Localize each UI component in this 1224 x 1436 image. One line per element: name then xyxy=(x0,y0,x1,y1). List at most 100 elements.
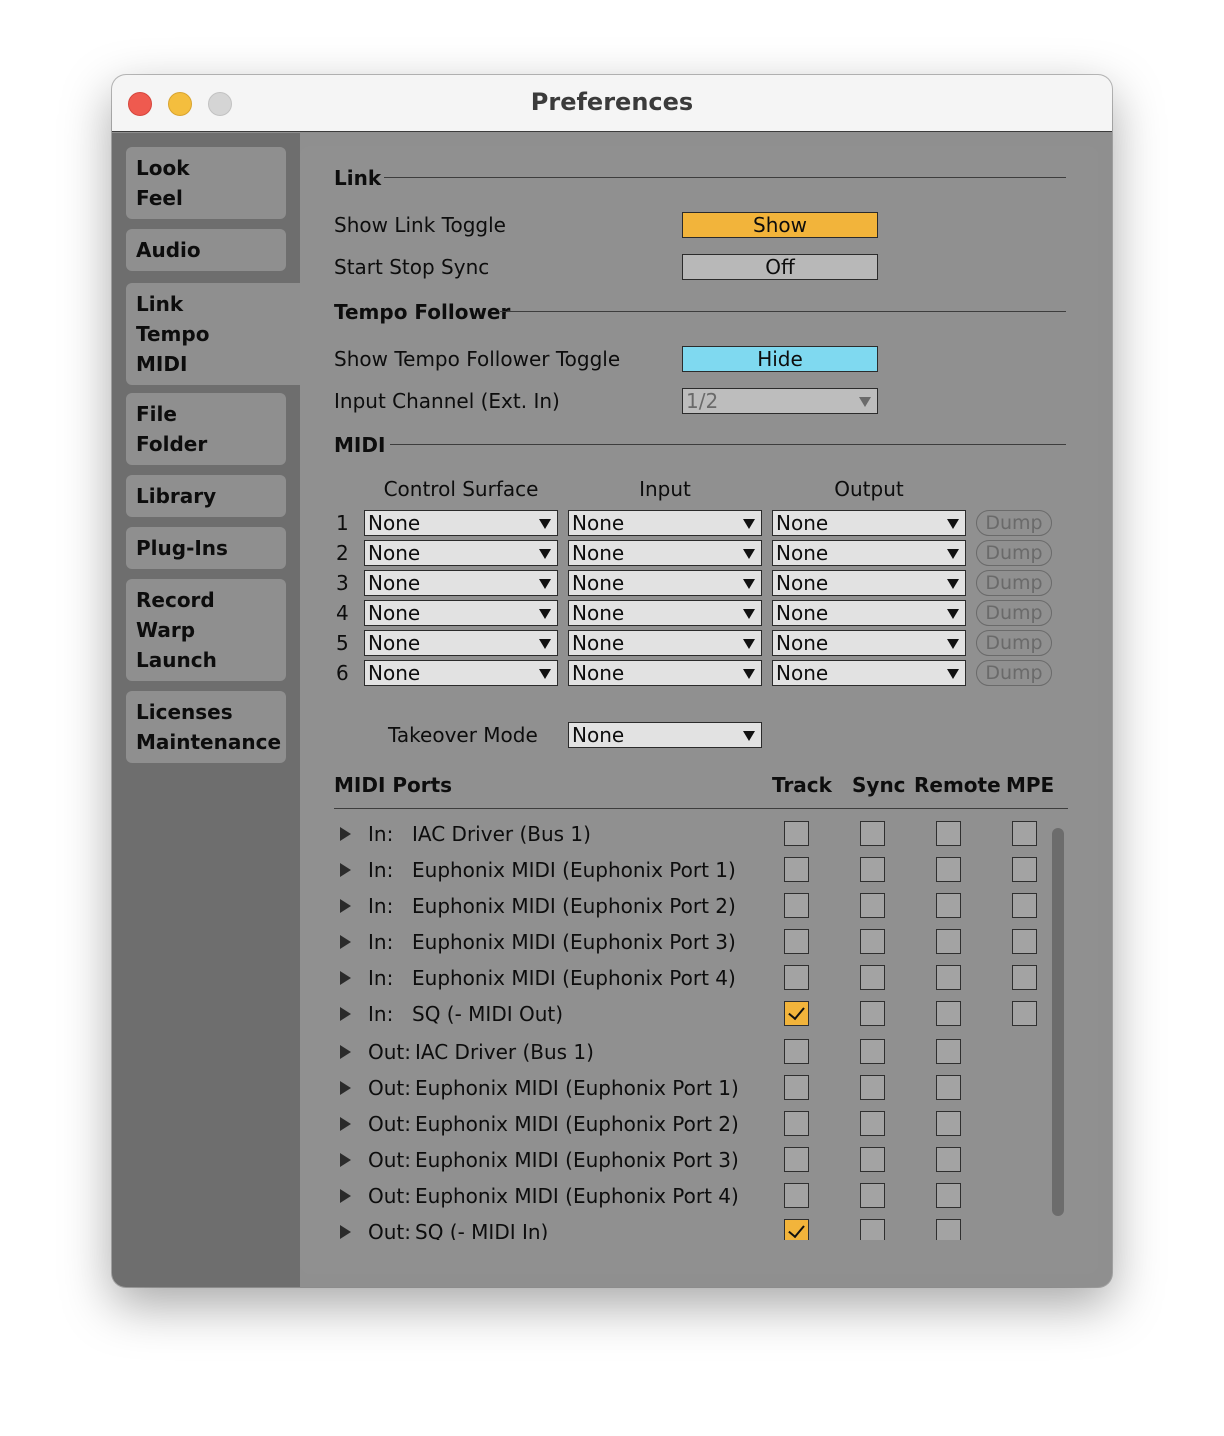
control-surface-dropdown-6[interactable]: None xyxy=(364,660,558,686)
expand-triangle-icon[interactable] xyxy=(340,1225,351,1239)
remote-checkbox[interactable] xyxy=(936,821,961,846)
track-checkbox[interactable] xyxy=(784,893,809,918)
expand-triangle-icon[interactable] xyxy=(340,1117,351,1131)
output-dropdown-4[interactable]: None xyxy=(772,600,966,626)
track-checkbox[interactable] xyxy=(784,965,809,990)
output-dropdown-3[interactable]: None xyxy=(772,570,966,596)
window-title: Preferences xyxy=(530,88,694,116)
sync-checkbox[interactable] xyxy=(860,1075,885,1100)
sync-checkbox[interactable] xyxy=(860,1219,885,1240)
sidebar-tab-link[interactable]: Link Tempo MIDI xyxy=(126,283,300,385)
sync-column-header: Sync xyxy=(852,773,906,797)
expand-triangle-icon[interactable] xyxy=(340,863,351,877)
midi-ports-list[interactable]: In: IAC Driver (Bus 1) In: Euphonix MIDI (E… xyxy=(300,814,1098,1240)
remote-checkbox[interactable] xyxy=(936,1075,961,1100)
control-surface-dropdown-4[interactable]: None xyxy=(364,600,558,626)
remote-checkbox[interactable] xyxy=(936,893,961,918)
sync-checkbox[interactable] xyxy=(860,965,885,990)
mpe-checkbox[interactable] xyxy=(1012,965,1037,990)
expand-triangle-icon[interactable] xyxy=(340,1045,351,1059)
expand-triangle-icon[interactable] xyxy=(340,935,351,949)
output-dropdown-6[interactable]: None xyxy=(772,660,966,686)
control-surface-dropdown-3[interactable]: None xyxy=(364,570,558,596)
dump-button-1[interactable]: Dump xyxy=(976,510,1052,536)
track-checkbox[interactable] xyxy=(784,1111,809,1136)
expand-triangle-icon[interactable] xyxy=(340,899,351,913)
track-checkbox[interactable] xyxy=(784,1075,809,1100)
dropdown-arrow-icon xyxy=(743,669,755,679)
sync-checkbox[interactable] xyxy=(860,1039,885,1064)
sidebar-tab-audio[interactable]: Audio xyxy=(126,229,286,271)
sync-checkbox[interactable] xyxy=(860,1183,885,1208)
expand-triangle-icon[interactable] xyxy=(340,827,351,841)
output-dropdown-1[interactable]: None xyxy=(772,510,966,536)
remote-checkbox[interactable] xyxy=(936,1183,961,1208)
sync-checkbox[interactable] xyxy=(860,929,885,954)
input-dropdown-2[interactable]: None xyxy=(568,540,762,566)
dump-button-2[interactable]: Dump xyxy=(976,540,1052,566)
dump-button-5[interactable]: Dump xyxy=(976,630,1052,656)
control-surface-dropdown-1[interactable]: None xyxy=(364,510,558,536)
dump-button-6[interactable]: Dump xyxy=(976,660,1052,686)
expand-triangle-icon[interactable] xyxy=(340,1153,351,1167)
track-checkbox[interactable] xyxy=(784,929,809,954)
dump-button-4[interactable]: Dump xyxy=(976,600,1052,626)
midi-ports-scrollbar[interactable] xyxy=(1052,828,1064,1216)
input-dropdown-1[interactable]: None xyxy=(568,510,762,536)
track-checkbox[interactable] xyxy=(784,1183,809,1208)
input-dropdown-3[interactable]: None xyxy=(568,570,762,596)
remote-checkbox[interactable] xyxy=(936,857,961,882)
mpe-checkbox[interactable] xyxy=(1012,893,1037,918)
sync-checkbox[interactable] xyxy=(860,893,885,918)
sidebar-tab-file[interactable]: File Folder xyxy=(126,393,286,465)
sidebar-tab-library[interactable]: Library xyxy=(126,475,286,517)
control-surface-dropdown-2[interactable]: None xyxy=(364,540,558,566)
takeover-mode-dropdown[interactable]: None xyxy=(568,722,762,748)
sidebar-tab-plug-ins[interactable]: Plug-Ins xyxy=(126,527,286,569)
track-checkbox[interactable] xyxy=(784,1039,809,1064)
track-checkbox[interactable] xyxy=(784,821,809,846)
remote-checkbox[interactable] xyxy=(936,1039,961,1064)
output-dropdown-5[interactable]: None xyxy=(772,630,966,656)
remote-checkbox[interactable] xyxy=(936,1001,961,1026)
input-dropdown-5[interactable]: None xyxy=(568,630,762,656)
input-dropdown-4[interactable]: None xyxy=(568,600,762,626)
dropdown-arrow-icon xyxy=(743,639,755,649)
mpe-checkbox[interactable] xyxy=(1012,821,1037,846)
start-stop-sync-button[interactable]: Off xyxy=(682,254,878,280)
input-channel-dropdown[interactable]: 1/2 xyxy=(682,388,878,414)
sync-checkbox[interactable] xyxy=(860,1111,885,1136)
dump-button-3[interactable]: Dump xyxy=(976,570,1052,596)
track-checkbox[interactable] xyxy=(784,1219,809,1240)
mpe-checkbox[interactable] xyxy=(1012,857,1037,882)
mpe-checkbox[interactable] xyxy=(1012,1001,1037,1026)
output-dropdown-2[interactable]: None xyxy=(772,540,966,566)
show-tempo-follower-toggle-button[interactable]: Hide xyxy=(682,346,878,372)
remote-checkbox[interactable] xyxy=(936,1147,961,1172)
track-checkbox[interactable] xyxy=(784,857,809,882)
expand-triangle-icon[interactable] xyxy=(340,1007,351,1021)
show-link-toggle-label: Show Link Toggle xyxy=(334,213,506,237)
takeover-mode-label: Takeover Mode xyxy=(388,723,538,747)
remote-checkbox[interactable] xyxy=(936,1219,961,1240)
control-surface-dropdown-5[interactable]: None xyxy=(364,630,558,656)
remote-checkbox[interactable] xyxy=(936,929,961,954)
sidebar-tab-label: Link xyxy=(136,292,184,316)
show-link-toggle-button[interactable]: Show xyxy=(682,212,878,238)
remote-checkbox[interactable] xyxy=(936,1111,961,1136)
expand-triangle-icon[interactable] xyxy=(340,1189,351,1203)
sidebar-tab-licenses[interactable]: Licenses Maintenance xyxy=(126,691,286,763)
track-checkbox[interactable] xyxy=(784,1147,809,1172)
sidebar-tab-record[interactable]: Record Warp Launch xyxy=(126,579,286,681)
expand-triangle-icon[interactable] xyxy=(340,971,351,985)
track-checkbox[interactable] xyxy=(784,1001,809,1026)
sync-checkbox[interactable] xyxy=(860,1001,885,1026)
sync-checkbox[interactable] xyxy=(860,821,885,846)
sidebar-tab-look[interactable]: Look Feel xyxy=(126,147,286,219)
mpe-checkbox[interactable] xyxy=(1012,929,1037,954)
sync-checkbox[interactable] xyxy=(860,1147,885,1172)
remote-checkbox[interactable] xyxy=(936,965,961,990)
sync-checkbox[interactable] xyxy=(860,857,885,882)
input-dropdown-6[interactable]: None xyxy=(568,660,762,686)
expand-triangle-icon[interactable] xyxy=(340,1081,351,1095)
